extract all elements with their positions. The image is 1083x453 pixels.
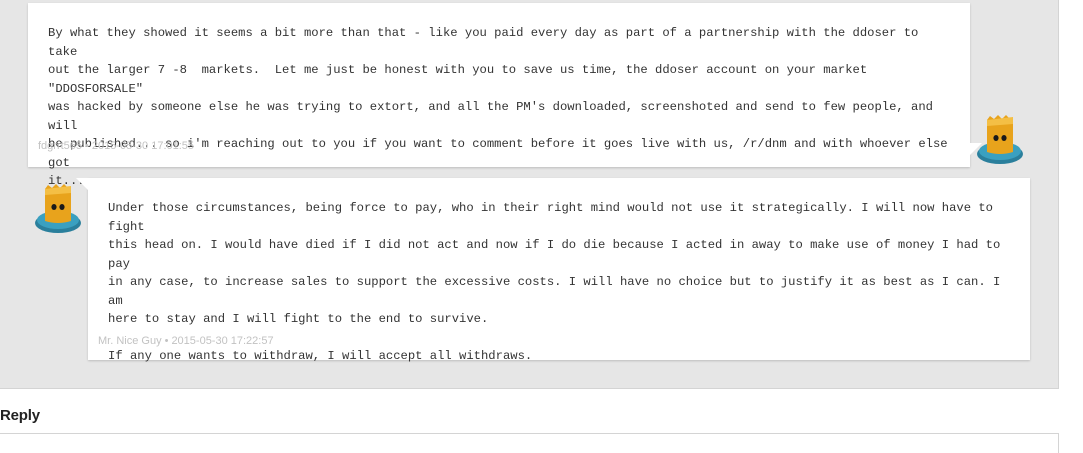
message-bubble: By what they showed it seems a bit more …	[28, 3, 982, 188]
message-meta: fdgrrt565 • 2015-05-30 17:01:55	[38, 140, 194, 152]
avatar[interactable]	[975, 112, 1025, 166]
reply-textarea[interactable]	[0, 433, 1059, 453]
message-meta: Mr. Nice Guy • 2015-05-30 17:22:57	[98, 335, 274, 347]
message-timestamp: 2015-05-30 17:01:55	[91, 140, 195, 152]
message-text: By what they showed it seems a bit more …	[48, 26, 948, 188]
meta-separator: •	[164, 335, 169, 347]
paper-bag-avatar-icon	[35, 184, 81, 233]
paper-bag-avatar-icon	[977, 115, 1023, 164]
message-bubble: Under those circumstances, being force t…	[76, 178, 1030, 363]
avatar[interactable]	[33, 181, 83, 235]
reply-heading: Reply	[0, 407, 40, 424]
message-timestamp: 2015-05-30 17:22:57	[171, 335, 274, 347]
meta-separator: •	[85, 140, 89, 152]
message-author[interactable]: Mr. Nice Guy	[98, 335, 162, 347]
message-thread: By what they showed it seems a bit more …	[0, 0, 1059, 389]
message-author[interactable]: fdgrrt565	[38, 140, 82, 152]
